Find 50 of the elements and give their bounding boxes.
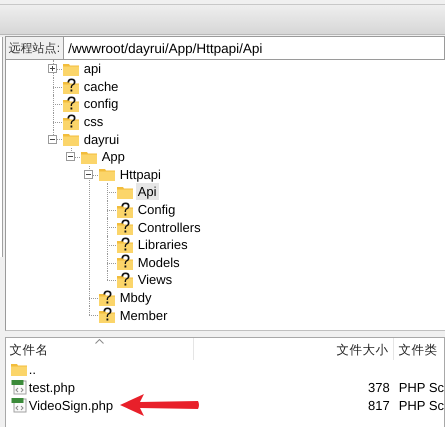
tree-item[interactable]: App: [100, 148, 127, 166]
unknown-folder-icon: [116, 272, 133, 288]
expand-toggle[interactable]: [84, 170, 94, 179]
tree-item[interactable]: api: [82, 60, 104, 78]
column-header[interactable]: 文件大小: [194, 338, 394, 360]
column-header[interactable]: 文件名: [6, 338, 194, 360]
tree-item[interactable]: Httpapi: [118, 166, 163, 183]
unknown-folder-icon: [98, 290, 115, 306]
tree-item[interactable]: dayrui: [82, 130, 122, 148]
tree-item[interactable]: Controllers: [136, 218, 203, 236]
file-name[interactable]: test.php: [28, 380, 75, 394]
file-size: 378: [368, 380, 390, 394]
tree-item[interactable]: Member: [118, 306, 170, 324]
address-label: 远程站点:: [4, 36, 64, 60]
file-type: PHP Sc: [398, 380, 444, 394]
php-file-icon: [10, 379, 27, 395]
folder-icon: [10, 362, 27, 376]
column-header[interactable]: 文件类: [394, 338, 444, 360]
folder-icon: [80, 150, 97, 164]
unknown-folder-icon: [62, 96, 79, 112]
expand-toggle[interactable]: [48, 64, 58, 74]
sort-ascending-icon: [95, 339, 104, 344]
file-type: PHP Sc: [398, 398, 444, 412]
folder-icon: [62, 132, 79, 146]
folder-icon: [98, 167, 115, 182]
tree-item[interactable]: Mbdy: [118, 289, 154, 306]
tree-item[interactable]: cache: [82, 78, 120, 95]
unknown-folder-icon: [98, 307, 115, 324]
tree-item[interactable]: Models: [136, 254, 182, 271]
tree-item[interactable]: css: [82, 113, 106, 130]
unknown-folder-icon: [116, 219, 133, 236]
file-name[interactable]: VideoSign.php: [28, 398, 114, 412]
unknown-folder-icon: [116, 202, 133, 218]
unknown-folder-icon: [116, 236, 133, 253]
address-field[interactable]: /wwwroot/dayrui/App/Httpapi/Api: [64, 36, 445, 60]
folder-icon: [62, 62, 79, 76]
php-file-icon: [10, 397, 27, 413]
unknown-folder-icon: [62, 78, 79, 94]
tree-item[interactable]: Api: [136, 183, 159, 200]
tree-item[interactable]: Libraries: [136, 236, 190, 254]
file-size: 817: [368, 398, 390, 412]
file-name[interactable]: ..: [28, 362, 36, 376]
folder-icon: [116, 184, 133, 199]
tree-item[interactable]: Views: [136, 271, 174, 288]
expand-toggle[interactable]: [66, 152, 76, 162]
unknown-folder-icon: [62, 114, 79, 130]
tree-item[interactable]: Config: [136, 201, 178, 218]
expand-toggle[interactable]: [48, 134, 58, 144]
tree-item[interactable]: config: [82, 95, 120, 112]
unknown-folder-icon: [116, 254, 133, 270]
